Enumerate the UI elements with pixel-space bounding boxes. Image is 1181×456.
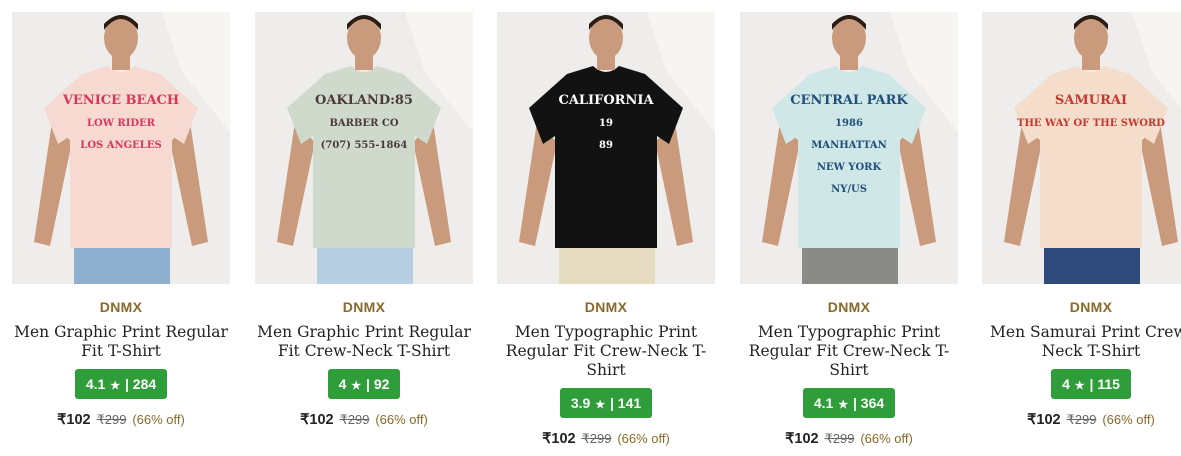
product-card[interactable]: OAKLAND:85 BARBER CO (707) 555-1864 DNMX M… bbox=[255, 12, 473, 428]
model-illustration: CENTRAL PARK 1986 MANHATTAN NEW YORK NY/US bbox=[740, 12, 958, 284]
discount-label: (66% off) bbox=[132, 412, 185, 427]
price-line: ₹102 ₹299 (66% off) bbox=[255, 411, 473, 428]
product-image[interactable]: OAKLAND:85 BARBER CO (707) 555-1864 bbox=[255, 12, 473, 284]
svg-text:CENTRAL PARK: CENTRAL PARK bbox=[790, 93, 908, 108]
rating-badge: 4.1 ★ | 284 bbox=[74, 369, 168, 399]
rating-separator: | bbox=[609, 395, 614, 411]
star-icon: ★ bbox=[1074, 380, 1085, 392]
original-price: ₹299 bbox=[824, 431, 855, 446]
rating-badge: 4 ★ | 92 bbox=[327, 369, 401, 399]
svg-text:CALIFORNIA: CALIFORNIA bbox=[558, 93, 654, 108]
svg-text:OAKLAND:85: OAKLAND:85 bbox=[315, 93, 413, 108]
rating-value: 3.9 bbox=[570, 395, 591, 411]
svg-text:LOS ANGELES: LOS ANGELES bbox=[80, 140, 161, 151]
product-brand: DNMX bbox=[827, 299, 871, 315]
svg-text:NY/US: NY/US bbox=[831, 184, 867, 195]
selling-price: ₹102 bbox=[1027, 412, 1061, 428]
product-card[interactable]: CALIFORNIA 19 89 DNMX Men Typographic Prin… bbox=[497, 12, 715, 447]
product-brand: DNMX bbox=[99, 299, 143, 315]
discount-label: (66% off) bbox=[617, 431, 670, 446]
rating-badge: 4 ★ | 115 bbox=[1051, 369, 1131, 399]
rating-badge: 4.1 ★ | 364 bbox=[802, 388, 896, 418]
rating-badge: 3.9 ★ | 141 bbox=[559, 388, 653, 418]
selling-price: ₹102 bbox=[785, 431, 819, 447]
price-line: ₹102 ₹299 (66% off) bbox=[982, 411, 1181, 428]
product-grid-row: VENICE BEACH LOW RIDER LOS ANGELES DNMX Me… bbox=[12, 12, 1181, 456]
discount-label: (66% off) bbox=[1102, 412, 1155, 427]
star-icon: ★ bbox=[110, 380, 121, 392]
rating-value: 4.1 bbox=[813, 395, 834, 411]
product-title[interactable]: Men Typographic Print Regular Fit Crew-N… bbox=[735, 323, 963, 380]
product-brand: DNMX bbox=[1069, 299, 1113, 315]
svg-text:LOW RIDER: LOW RIDER bbox=[87, 118, 156, 129]
review-count: 92 bbox=[373, 376, 390, 392]
star-icon: ★ bbox=[838, 399, 849, 411]
svg-text:SAMURAI: SAMURAI bbox=[1055, 93, 1127, 108]
svg-text:MANHATTAN: MANHATTAN bbox=[811, 140, 887, 151]
rating-value: 4.1 bbox=[85, 376, 106, 392]
rating-separator: | bbox=[366, 376, 370, 392]
model-illustration: SAMURAI THE WAY OF THE SWORD bbox=[982, 12, 1181, 284]
model-illustration: CALIFORNIA 19 89 bbox=[497, 12, 715, 284]
product-image[interactable]: CALIFORNIA 19 89 bbox=[497, 12, 715, 284]
price-line: ₹102 ₹299 (66% off) bbox=[740, 430, 958, 447]
selling-price: ₹102 bbox=[300, 412, 334, 428]
svg-text:89: 89 bbox=[599, 140, 613, 151]
product-card[interactable]: VENICE BEACH LOW RIDER LOS ANGELES DNMX Me… bbox=[12, 12, 230, 428]
review-count: 141 bbox=[617, 395, 642, 411]
model-illustration: OAKLAND:85 BARBER CO (707) 555-1864 bbox=[255, 12, 473, 284]
selling-price: ₹102 bbox=[57, 412, 91, 428]
svg-text:THE WAY OF THE SWORD: THE WAY OF THE SWORD bbox=[1017, 118, 1165, 129]
star-icon: ★ bbox=[595, 399, 606, 411]
review-count: 364 bbox=[860, 395, 885, 411]
product-image[interactable]: CENTRAL PARK 1986 MANHATTAN NEW YORK NY/US bbox=[740, 12, 958, 284]
svg-text:BARBER CO: BARBER CO bbox=[329, 118, 398, 129]
original-price: ₹299 bbox=[1066, 412, 1097, 427]
original-price: ₹299 bbox=[339, 412, 370, 427]
product-title[interactable]: Men Graphic Print Regular Fit Crew-Neck … bbox=[250, 323, 478, 361]
svg-text:(707) 555-1864: (707) 555-1864 bbox=[321, 140, 408, 151]
rating-separator: | bbox=[1089, 376, 1094, 392]
star-icon: ★ bbox=[351, 380, 362, 392]
product-brand: DNMX bbox=[342, 299, 386, 315]
price-line: ₹102 ₹299 (66% off) bbox=[497, 430, 715, 447]
product-image[interactable]: SAMURAI THE WAY OF THE SWORD bbox=[982, 12, 1181, 284]
discount-label: (66% off) bbox=[375, 412, 428, 427]
svg-text:NEW YORK: NEW YORK bbox=[817, 162, 882, 173]
discount-label: (66% off) bbox=[860, 431, 913, 446]
svg-text:VENICE BEACH: VENICE BEACH bbox=[62, 93, 179, 108]
rating-separator: | bbox=[124, 376, 129, 392]
rating-separator: | bbox=[852, 395, 857, 411]
product-brand: DNMX bbox=[584, 299, 628, 315]
model-illustration: VENICE BEACH LOW RIDER LOS ANGELES bbox=[12, 12, 230, 284]
rating-value: 4 bbox=[1062, 376, 1070, 392]
price-line: ₹102 ₹299 (66% off) bbox=[12, 411, 230, 428]
product-card[interactable]: CENTRAL PARK 1986 MANHATTAN NEW YORK NY/US D… bbox=[740, 12, 958, 447]
original-price: ₹299 bbox=[581, 431, 612, 446]
review-count: 284 bbox=[132, 376, 157, 392]
original-price: ₹299 bbox=[96, 412, 127, 427]
rating-value: 4 bbox=[338, 376, 347, 392]
svg-text:19: 19 bbox=[599, 118, 613, 129]
product-image[interactable]: VENICE BEACH LOW RIDER LOS ANGELES bbox=[12, 12, 230, 284]
product-title[interactable]: Men Typographic Print Regular Fit Crew-N… bbox=[492, 323, 720, 380]
review-count: 115 bbox=[1097, 376, 1120, 392]
svg-text:1986: 1986 bbox=[835, 118, 863, 129]
selling-price: ₹102 bbox=[542, 431, 576, 447]
product-title[interactable]: Men Samurai Print Crew-Neck T-Shirt bbox=[977, 323, 1181, 361]
product-card[interactable]: SAMURAI THE WAY OF THE SWORD DNMX Men Sam… bbox=[982, 12, 1181, 428]
product-title[interactable]: Men Graphic Print Regular Fit T-Shirt bbox=[7, 323, 235, 361]
